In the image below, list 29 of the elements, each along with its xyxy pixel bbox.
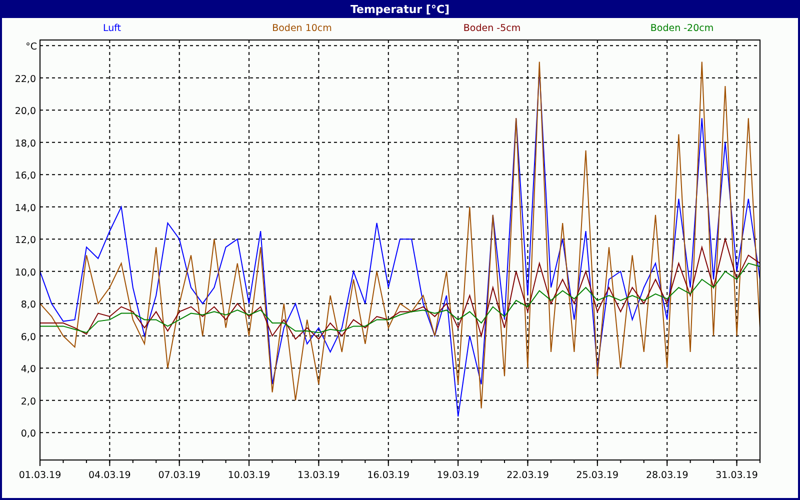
- axis-label: 04.03.19: [88, 470, 131, 481]
- axis-label: 10.03.19: [228, 470, 270, 481]
- axis-label: 18,0: [14, 138, 36, 150]
- axis-label: 20,0: [14, 106, 36, 118]
- axis-label: 16.03.19: [367, 470, 410, 481]
- legend-label: Boden 10cm: [272, 22, 332, 34]
- window-title: Temperatur [°C]: [2, 0, 798, 18]
- axis-label: 07.03.19: [158, 470, 200, 481]
- axis-label: 16,0: [14, 170, 36, 182]
- axis-label: 0,0: [20, 428, 36, 440]
- axis-label: 14,0: [14, 202, 36, 214]
- axis-label: 4,0: [20, 364, 36, 376]
- axis-title: °C: [26, 42, 37, 53]
- axis-label: 10,0: [14, 267, 36, 278]
- axis-label: 22.03.19: [506, 470, 549, 481]
- legend-label: Boden -5cm: [463, 22, 521, 34]
- axis-label: 31.03.19: [716, 470, 758, 481]
- axis-label: 13.03.19: [298, 470, 340, 481]
- axis-label: 22,0: [14, 74, 36, 85]
- legend-label: Luft: [102, 22, 122, 34]
- axis-label: 12,0: [14, 235, 36, 246]
- axis-label: 19.03.19: [436, 470, 480, 481]
- axis-label: 2,0: [20, 396, 36, 408]
- axis-label: 01.03.19: [18, 470, 62, 481]
- axis-label: 25.03.19: [576, 470, 619, 481]
- axis-label: 28.03.19: [646, 470, 688, 481]
- axis-label: 8,0: [20, 300, 36, 311]
- legend-label: Boden -20cm: [650, 22, 714, 34]
- axis-label: 6,0: [20, 332, 36, 343]
